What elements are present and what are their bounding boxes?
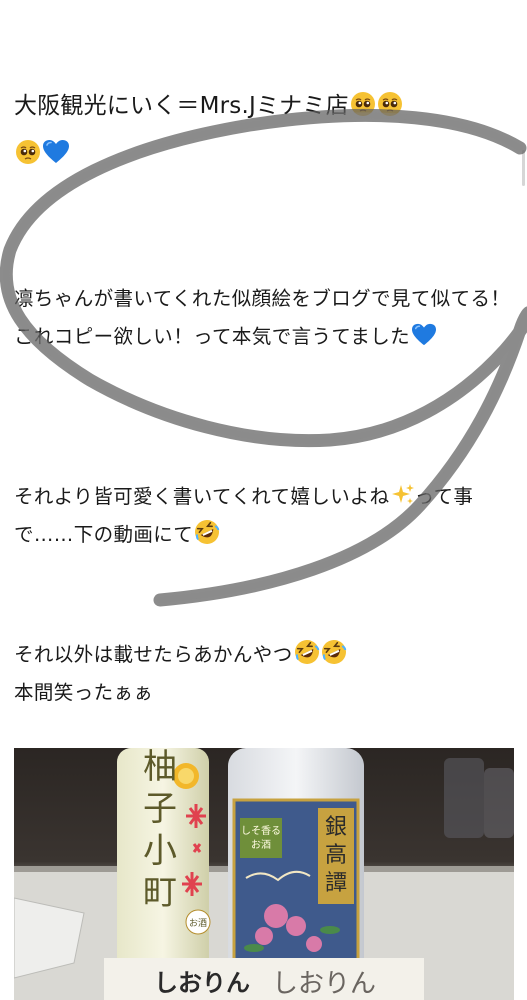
scroll-indicator[interactable] [522, 150, 525, 186]
blog-post-page: 大阪観光にいく＝Mrs.Jミナミ店 凛ちゃんが書いてくれた似顔絵をブログで見て似… [0, 0, 527, 1000]
sign-text-bold: しおりん [154, 969, 250, 997]
paragraph-2: それより皆可愛く書いてくれて嬉しいよね って事で……下の動画にて [14, 478, 519, 554]
bottle-left-char-3: 小 [143, 831, 177, 871]
bottle-right-char-3: 譚 [325, 871, 347, 896]
bottle-right-tag-2: お酒 [251, 839, 271, 851]
pleading-face-icon [350, 91, 376, 117]
pleading-face-icon [15, 139, 41, 165]
post-photo[interactable]: 柚 子 小 町 お酒 しそ香る お酒 銀 高 譚 しおりん しおりん [14, 748, 514, 1000]
post-title-text: 大阪観光にいく＝Mrs.Jミナミ店 [14, 93, 349, 119]
blue-heart-icon [411, 323, 437, 347]
blue-heart-icon [42, 139, 70, 165]
rolling-on-floor-laughing-icon [321, 639, 347, 665]
paragraph-2-text-before: それより皆可愛く書いてくれて嬉しいよね [14, 485, 390, 508]
post-title: 大阪観光にいく＝Mrs.Jミナミ店 [14, 82, 514, 178]
bottle-left-small-text: お酒 [189, 918, 207, 929]
paragraph-3: それ以外は載せたらあかんやつ 本間笑ったぁぁ [14, 636, 519, 712]
bottle-right-char-1: 銀 [325, 815, 347, 840]
bottle-left-char-2: 子 [143, 789, 177, 829]
paragraph-3-line-1: それ以外は載せたらあかんやつ [14, 643, 293, 666]
rolling-on-floor-laughing-icon [294, 639, 320, 665]
bottle-left-char-4: 町 [143, 873, 177, 913]
sparkles-icon [391, 483, 415, 507]
paragraph-1: 凛ちゃんが書いてくれた似顔絵をブログで見て似てる！これコピー欲しい！って本気で言… [14, 280, 519, 356]
paragraph-3-line-2: 本間笑ったぁぁ [14, 681, 154, 704]
pleading-face-icon [377, 91, 403, 117]
sake-bottles-photo: 柚 子 小 町 お酒 しそ香る お酒 銀 高 譚 しおりん しおりん [14, 748, 514, 1000]
bottle-right-tag-1: しそ香る [241, 825, 281, 837]
sign-text-hand: しおりん [272, 969, 376, 999]
bottle-left-char-1: 柚 [143, 748, 177, 787]
bottle-right-char-2: 高 [325, 843, 347, 868]
rolling-on-floor-laughing-icon [194, 519, 220, 545]
